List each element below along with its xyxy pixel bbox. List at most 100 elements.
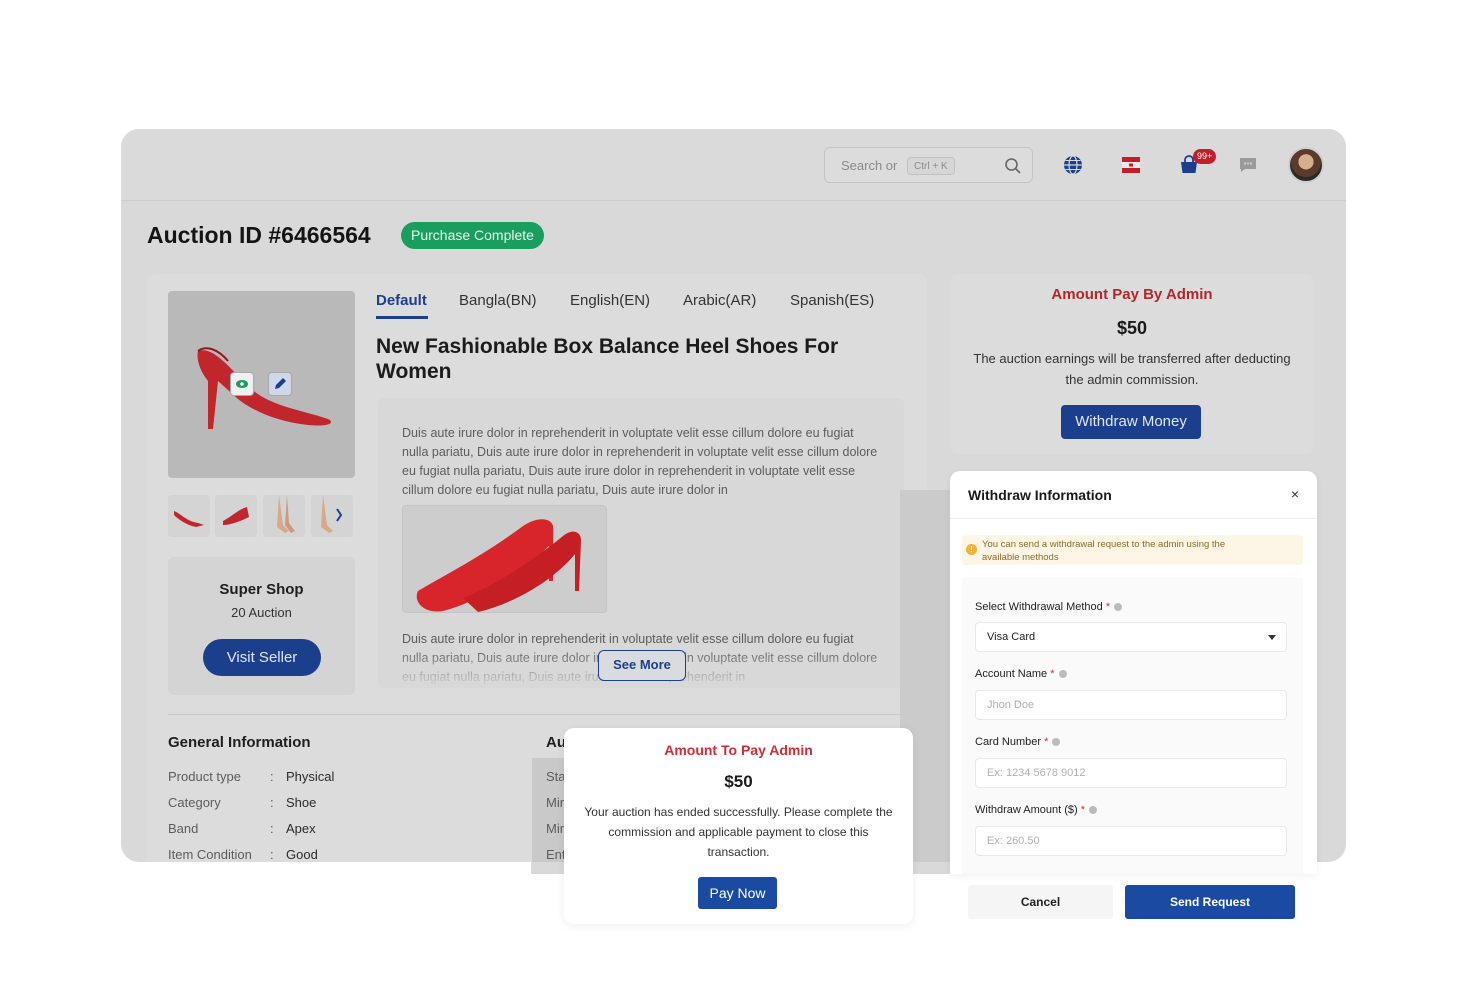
overlay-panel	[913, 862, 950, 874]
method-value: Visa Card	[987, 631, 1036, 643]
pay-admin-modal: Amount To Pay Admin $50 Your auction has…	[564, 728, 913, 924]
info-value: Shoe	[286, 795, 317, 810]
info-separator: :	[270, 795, 274, 810]
edit-image-button[interactable]	[268, 372, 292, 396]
auction-info-title: Au	[546, 734, 566, 751]
required-mark: *	[1044, 736, 1049, 748]
thumbnail[interactable]	[311, 495, 353, 537]
panel-header: Withdraw Information ×	[950, 471, 1317, 519]
withdraw-form: Select Withdrawal Method * Visa Card Acc…	[962, 577, 1303, 874]
info-separator: :	[270, 847, 274, 862]
info-value: Apex	[286, 821, 316, 836]
view-image-button[interactable]	[230, 372, 254, 396]
info-value: Physical	[286, 769, 335, 784]
pay-by-admin-amount: $50	[1116, 318, 1148, 338]
tab-arabic[interactable]: Arabic(AR)	[683, 292, 756, 309]
search-placeholder: Search or	[841, 158, 898, 173]
field-label: Select Withdrawal Method *	[975, 601, 1123, 613]
info-note-text: You can send a withdrawal request to the…	[982, 539, 1226, 563]
modal-title: Amount To Pay Admin	[664, 742, 813, 758]
chat-icon[interactable]	[1236, 153, 1260, 177]
product-title: New Fashionable Box Balance Heel Shoes F…	[376, 335, 839, 383]
top-bar: Search or Ctrl + K 99+	[121, 129, 1346, 201]
eye-icon	[236, 380, 248, 388]
withdraw-amount-input[interactable]: Ex: 260.50	[975, 826, 1287, 856]
send-request-button[interactable]: Send Request	[1125, 885, 1295, 919]
info-key: Item Condition	[168, 847, 252, 862]
search-shortcut: Ctrl + K	[907, 157, 955, 175]
legs-thumb-image	[321, 495, 343, 533]
close-icon[interactable]: ×	[1291, 486, 1299, 502]
red-heels-image	[416, 519, 581, 612]
field-label: Account Name *	[975, 668, 1067, 680]
shoe-thumb-image	[223, 507, 249, 525]
pencil-icon	[275, 378, 286, 389]
info-note: ! You can send a withdrawal request to t…	[962, 535, 1303, 565]
panel-title: Withdraw Information	[968, 487, 1112, 503]
modal-amount: $50	[724, 772, 753, 791]
info-key: Product type	[168, 769, 241, 784]
auction-info-row: Ent	[546, 847, 566, 862]
flag-icon[interactable]	[1119, 153, 1143, 177]
info-key: Category	[168, 795, 221, 810]
tab-bangla[interactable]: Bangla(BN)	[459, 292, 537, 309]
tab-spanish[interactable]: Spanish(ES)	[790, 292, 874, 309]
visit-seller-button[interactable]: Visit Seller	[203, 639, 321, 676]
auction-info-row: Mir	[546, 821, 565, 836]
thumbnail[interactable]	[215, 495, 257, 537]
search-box[interactable]: Search or Ctrl + K	[824, 147, 1033, 183]
help-icon	[1052, 738, 1061, 747]
section-divider	[168, 714, 904, 715]
info-separator: :	[270, 821, 274, 836]
description-image	[402, 505, 607, 613]
general-info-title: General Information	[168, 734, 311, 751]
pay-by-admin-description: The auction earnings will be transferred…	[973, 351, 1291, 387]
seller-auction-count: 20 Auction	[231, 605, 292, 620]
help-icon	[1114, 603, 1123, 612]
user-avatar[interactable]	[1288, 147, 1324, 183]
product-main-image[interactable]	[168, 291, 355, 478]
thumbnail[interactable]	[263, 495, 305, 537]
withdrawal-method-select[interactable]: Visa Card	[975, 622, 1287, 652]
status-badge: Purchase Complete	[401, 222, 544, 249]
auction-info-row: Sta	[546, 769, 566, 784]
seller-name: Super Shop	[219, 581, 304, 598]
active-tab-indicator	[376, 316, 428, 319]
seller-card: Super Shop 20 Auction Visit Seller	[168, 557, 355, 695]
auction-info-row: Mir	[546, 795, 565, 810]
description-box: Duis aute irure dolor in reprehenderit i…	[378, 398, 904, 688]
help-icon	[1089, 806, 1098, 815]
search-icon[interactable]	[1004, 157, 1022, 175]
notification-badge: 99+	[1193, 149, 1217, 164]
tab-default[interactable]: Default	[376, 292, 427, 309]
required-mark: *	[1050, 668, 1055, 680]
globe-icon[interactable]	[1061, 153, 1085, 177]
description-text: Duis aute irure dolor in reprehenderit i…	[402, 426, 878, 497]
pay-now-button[interactable]: Pay Now	[698, 877, 777, 909]
legs-thumb-image	[277, 495, 295, 533]
page-title: Auction ID #6466564	[147, 222, 371, 248]
red-shoe-image	[197, 347, 332, 429]
field-label: Withdraw Amount ($) *	[975, 804, 1098, 816]
chevron-down-icon	[1268, 635, 1276, 640]
card-number-input[interactable]: Ex: 1234 5678 9012	[975, 758, 1287, 788]
pay-by-admin-title: Amount Pay By Admin	[1051, 286, 1213, 303]
thumbnail[interactable]	[168, 495, 210, 537]
info-separator: :	[270, 769, 274, 784]
see-more-button[interactable]: See More	[598, 650, 686, 681]
cancel-button[interactable]: Cancel	[968, 885, 1113, 919]
info-key: Band	[168, 821, 199, 836]
modal-description: Your auction has ended successfully. Ple…	[584, 805, 893, 859]
tab-english[interactable]: English(EN)	[570, 292, 650, 309]
info-icon: !	[966, 544, 977, 555]
amount-pay-by-admin-card: Amount Pay By Admin $50 The auction earn…	[950, 274, 1314, 454]
info-value: Good	[286, 847, 318, 862]
overlay-panel	[531, 862, 564, 874]
shoe-thumb-image	[174, 511, 204, 527]
help-icon	[1058, 670, 1067, 679]
account-name-input[interactable]: Jhon Doe	[975, 690, 1287, 720]
amount-label: Withdraw Amount ($)	[975, 804, 1078, 816]
account-label: Account Name	[975, 668, 1048, 680]
required-mark: *	[1105, 601, 1111, 613]
withdraw-money-button[interactable]: Withdraw Money	[1061, 405, 1201, 439]
